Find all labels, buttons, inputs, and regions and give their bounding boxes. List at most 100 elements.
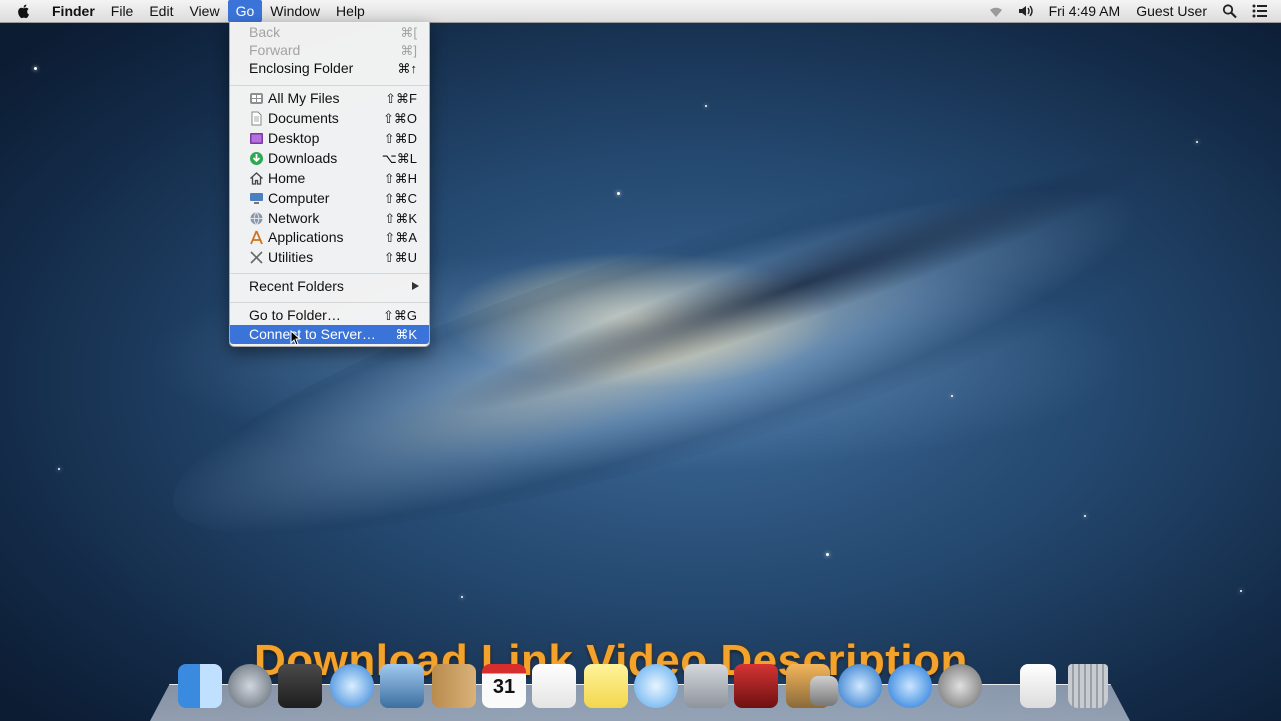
menu-separator xyxy=(230,302,429,303)
menu-item-label: Applications xyxy=(268,229,344,245)
menu-file[interactable]: File xyxy=(103,0,142,22)
mission-control-icon[interactable] xyxy=(278,664,322,708)
menu-item-network[interactable]: Network ⇧⌘K xyxy=(230,209,429,228)
utilities-icon xyxy=(250,251,263,264)
mouse-cursor-icon xyxy=(290,330,300,346)
menu-bar-status-area: Fri 4:49 AM Guest User xyxy=(981,0,1281,22)
wifi-icon[interactable] xyxy=(987,3,1005,19)
menu-item-utilities[interactable]: Utilities ⇧⌘U xyxy=(230,248,429,267)
apple-icon[interactable] xyxy=(16,3,32,19)
finder-icon[interactable] xyxy=(178,664,222,708)
menu-item-shortcut: ⇧⌘G xyxy=(382,308,417,323)
menu-item-shortcut: ⇧⌘F xyxy=(385,91,417,106)
clock[interactable]: Fri 4:49 AM xyxy=(1041,0,1129,22)
menu-item-computer[interactable]: Computer ⇧⌘C xyxy=(230,189,429,208)
menu-item-label: Connect to Server… xyxy=(249,326,376,342)
calendar-day: 31 xyxy=(492,676,516,698)
itunes-icon[interactable] xyxy=(838,664,882,708)
star xyxy=(826,553,829,556)
menu-item-label: Computer xyxy=(268,190,330,206)
menu-item-home[interactable]: Home ⇧⌘H xyxy=(230,169,429,188)
menu-item-shortcut: ⇧⌘C xyxy=(383,191,417,206)
menu-go[interactable]: Go xyxy=(227,0,263,22)
submenu-arrow-icon xyxy=(412,282,419,290)
menu-item-label: Utilities xyxy=(268,249,314,265)
menu-item-shortcut: ⇧⌘H xyxy=(383,171,417,186)
menu-separator xyxy=(230,85,429,86)
menu-bar: Finder File Edit View Go Window Help Fri… xyxy=(0,0,1281,23)
menu-item-go-to-folder[interactable]: Go to Folder… ⇧⌘G xyxy=(230,306,429,325)
menu-item-shortcut: ⇧⌘A xyxy=(384,230,417,245)
notification-center-icon[interactable] xyxy=(1251,3,1269,19)
menu-item-label: Network xyxy=(268,210,320,226)
menu-window[interactable]: Window xyxy=(262,0,328,22)
menu-item-shortcut: ⌘K xyxy=(395,327,417,342)
menu-item-label: All My Files xyxy=(268,90,340,106)
star xyxy=(461,596,463,598)
menu-finder[interactable]: Finder xyxy=(44,0,103,22)
system-preferences-icon[interactable] xyxy=(938,664,982,708)
trash-icon[interactable] xyxy=(1068,664,1108,708)
network-icon xyxy=(250,212,263,225)
volume-icon[interactable] xyxy=(1017,3,1035,19)
reminders-icon[interactable] xyxy=(532,664,576,708)
desktop-icon xyxy=(250,133,263,144)
calendar-icon[interactable]: 31 xyxy=(482,664,526,708)
app-store-icon[interactable] xyxy=(888,664,932,708)
menu-item-shortcut: ⌥⌘L xyxy=(381,151,417,166)
star xyxy=(1196,141,1198,143)
menu-item-recent-folders[interactable]: Recent Folders xyxy=(230,277,429,296)
facetime-icon[interactable] xyxy=(684,664,728,708)
menu-item-label: Downloads xyxy=(268,150,338,166)
menu-item-label: Recent Folders xyxy=(249,278,344,294)
document-icon[interactable] xyxy=(1020,664,1056,708)
star xyxy=(1240,590,1242,592)
menu-item-connect-to-server[interactable]: Connect to Server… ⌘K xyxy=(230,325,429,344)
applications-icon xyxy=(250,230,263,245)
photo-booth-icon[interactable] xyxy=(734,664,778,708)
menu-item-back[interactable]: Back ⌘[ xyxy=(230,23,429,42)
messages-icon[interactable] xyxy=(634,664,678,708)
menu-item-shortcut: ⇧⌘U xyxy=(383,250,417,265)
launchpad-icon[interactable] xyxy=(228,664,272,708)
star xyxy=(705,105,707,107)
menu-item-label: Forward xyxy=(249,42,301,58)
menu-item-documents[interactable]: Documents ⇧⌘O xyxy=(230,109,429,128)
menu-item-desktop[interactable]: Desktop ⇧⌘D xyxy=(230,129,429,148)
menu-item-label: Back xyxy=(249,24,281,40)
safari-icon[interactable] xyxy=(330,664,374,708)
notes-icon[interactable] xyxy=(584,664,628,708)
menu-separator xyxy=(230,273,429,274)
menu-item-shortcut: ⌘] xyxy=(400,43,417,58)
menu-item-all-my-files[interactable]: All My Files ⇧⌘F xyxy=(230,89,429,108)
documents-icon xyxy=(251,111,262,126)
menu-item-shortcut: ⌘[ xyxy=(400,25,417,40)
image-capture-icon[interactable] xyxy=(810,676,838,706)
menu-item-applications[interactable]: Applications ⇧⌘A xyxy=(230,228,429,247)
star xyxy=(951,395,953,397)
preview-icon[interactable] xyxy=(380,664,424,708)
computer-icon xyxy=(250,193,263,204)
star xyxy=(34,67,37,70)
user-menu[interactable]: Guest User xyxy=(1128,0,1215,22)
menu-item-shortcut: ⌘↑ xyxy=(397,61,418,76)
menu-item-label: Enclosing Folder xyxy=(249,60,354,76)
menu-item-label: Desktop xyxy=(268,130,320,146)
menu-edit[interactable]: Edit xyxy=(141,0,181,22)
menu-item-shortcut: ⇧⌘K xyxy=(384,211,417,226)
menu-item-downloads[interactable]: Downloads ⌥⌘L xyxy=(230,149,429,168)
home-icon xyxy=(250,172,263,185)
menu-item-forward[interactable]: Forward ⌘] xyxy=(230,41,429,60)
menu-item-enclosing-folder[interactable]: Enclosing Folder ⌘↑ xyxy=(230,59,429,78)
menu-item-label: Home xyxy=(268,170,306,186)
star xyxy=(1084,515,1086,517)
menu-help[interactable]: Help xyxy=(328,0,373,22)
all-my-files-icon xyxy=(250,93,263,104)
menu-item-label: Go to Folder… xyxy=(249,307,341,323)
go-menu-dropdown: Back ⌘[ Forward ⌘] Enclosing Folder ⌘↑ A… xyxy=(229,22,430,347)
menu-view[interactable]: View xyxy=(181,0,227,22)
contacts-icon[interactable] xyxy=(432,664,476,708)
downloads-icon xyxy=(250,152,263,165)
spotlight-search-icon[interactable] xyxy=(1221,3,1239,19)
menu-item-label: Documents xyxy=(268,110,339,126)
